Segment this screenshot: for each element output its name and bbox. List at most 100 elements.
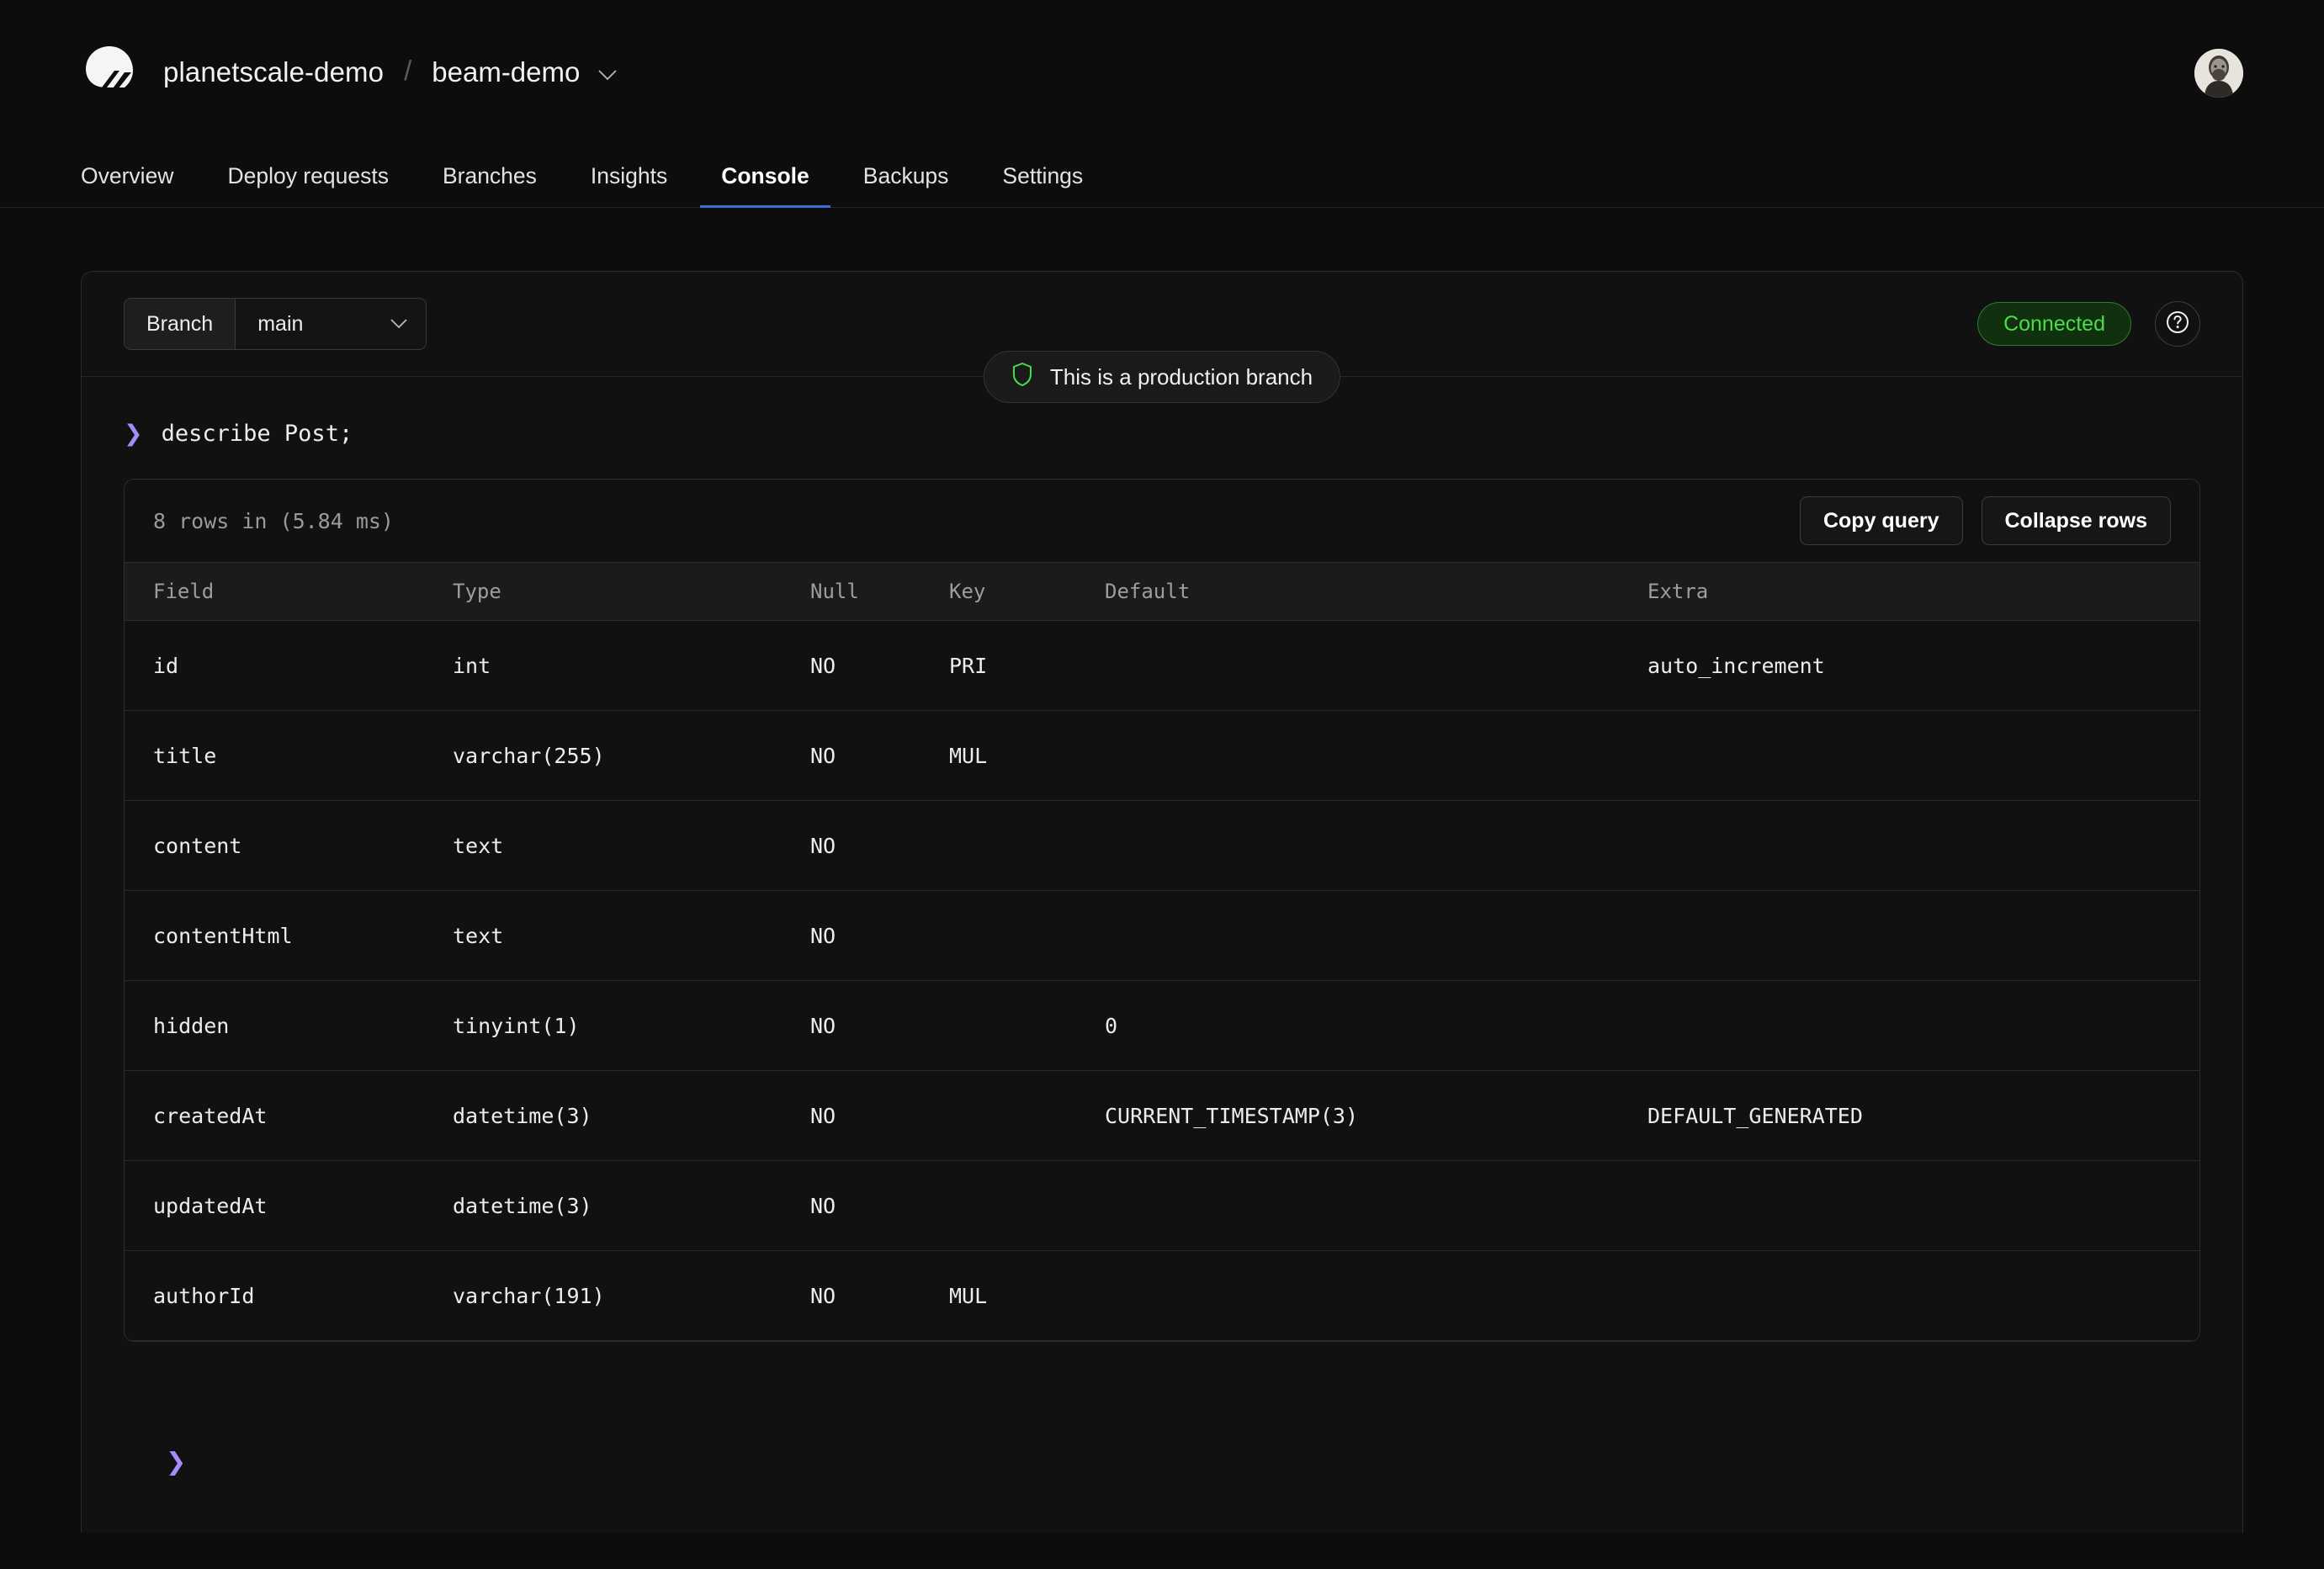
cell-extra [1647, 890, 2199, 981]
query-area: ❯ describe Post; 8 rows in (5.84 ms) Cop… [82, 377, 2242, 1474]
cell-type: text [453, 800, 810, 891]
status-badge-label: Connected [2003, 311, 2105, 336]
cell-null: NO [810, 1070, 949, 1161]
cell-extra [1647, 1160, 2199, 1251]
status-badge: Connected [1977, 302, 2131, 346]
tab-branches[interactable]: Branches [443, 163, 537, 208]
table-body: id int NO PRI auto_increment title varch… [125, 620, 2199, 1341]
column-header-field: Field [125, 562, 453, 621]
cell-extra [1647, 710, 2199, 801]
cell-extra [1647, 1250, 2199, 1341]
cell-null: NO [810, 710, 949, 801]
org-name[interactable]: planetscale-demo [163, 56, 384, 88]
cell-field: id [125, 620, 453, 711]
cell-field: createdAt [125, 1070, 453, 1161]
cell-null: NO [810, 1160, 949, 1251]
table-head: Field Type Null Key Default Extra [125, 562, 2199, 621]
help-button[interactable] [2155, 301, 2200, 347]
cell-null: NO [810, 890, 949, 981]
console-input-line[interactable]: ❯ [124, 1342, 2200, 1474]
executed-query-line: ❯ describe Post; [124, 421, 2200, 447]
tab-label: Console [721, 163, 809, 188]
shield-icon [1011, 362, 1033, 393]
table-row: contentHtml text NO [125, 890, 2199, 981]
tab-deploy-requests[interactable]: Deploy requests [227, 163, 389, 208]
cell-field: title [125, 710, 453, 801]
describe-results-table: Field Type Null Key Default Extra id int [125, 562, 2199, 1341]
branch-selector[interactable]: Branch main [124, 298, 427, 350]
column-header-key: Key [949, 562, 1105, 621]
tab-label: Backups [862, 163, 949, 188]
table-row: content text NO [125, 800, 2199, 891]
cell-default [1105, 1160, 1647, 1251]
tab-console[interactable]: Console [700, 163, 830, 208]
cell-extra: DEFAULT_GENERATED [1647, 1070, 2199, 1161]
table-row: authorId varchar(191) NO MUL [125, 1250, 2199, 1341]
table-row: hidden tinyint(1) NO 0 [125, 980, 2199, 1071]
cell-key: PRI [949, 620, 1105, 711]
tab-insights[interactable]: Insights [591, 163, 667, 208]
cell-type: int [453, 620, 810, 711]
cell-null: NO [810, 800, 949, 891]
cell-type: varchar(255) [453, 710, 810, 801]
chevron-down-icon [390, 319, 407, 329]
table-header-row: Field Type Null Key Default Extra [125, 562, 2199, 621]
cell-field: contentHtml [125, 890, 453, 981]
cell-type: varchar(191) [453, 1250, 810, 1341]
cell-default: CURRENT_TIMESTAMP(3) [1105, 1070, 1647, 1161]
cell-extra [1647, 800, 2199, 891]
cell-key [949, 980, 1105, 1071]
branch-selector-label: Branch [125, 299, 236, 349]
tab-settings[interactable]: Settings [1002, 163, 1083, 208]
cell-extra [1647, 980, 2199, 1071]
copy-query-button[interactable]: Copy query [1799, 496, 1963, 545]
tab-backups[interactable]: Backups [863, 163, 949, 208]
cell-extra: auto_increment [1647, 620, 2199, 711]
cell-null: NO [810, 980, 949, 1071]
production-branch-notice: This is a production branch [983, 351, 1341, 403]
console-panel: Branch main Connected This is a producti… [81, 271, 2243, 1533]
cell-key: MUL [949, 1250, 1105, 1341]
chevron-down-icon[interactable] [598, 69, 617, 81]
main-nav-tabs: Overview Deploy requests Branches Insigh… [0, 145, 2324, 208]
production-branch-notice-label: This is a production branch [1049, 363, 1313, 390]
cell-key [949, 800, 1105, 891]
prompt-chevron-icon: ❯ [166, 1447, 187, 1476]
cell-field: hidden [125, 980, 453, 1071]
cell-key [949, 1070, 1105, 1161]
cell-key [949, 890, 1105, 981]
cell-type: text [453, 890, 810, 981]
cell-default [1105, 710, 1647, 801]
console-toolbar-right: Connected [1977, 301, 2200, 347]
tab-overview[interactable]: Overview [81, 163, 173, 208]
planetscale-logo-icon[interactable] [81, 44, 138, 101]
top-bar: planetscale-demo / beam-demo [0, 0, 2324, 145]
cell-default [1105, 620, 1647, 711]
tab-label: Branches [442, 163, 537, 188]
tab-label: Settings [1002, 163, 1084, 188]
branch-selector-value[interactable]: main [236, 299, 427, 349]
database-name[interactable]: beam-demo [432, 56, 580, 88]
collapse-rows-button[interactable]: Collapse rows [1981, 496, 2171, 545]
column-header-type: Type [453, 562, 810, 621]
cell-type: tinyint(1) [453, 980, 810, 1071]
branch-selector-current: main [257, 311, 304, 336]
avatar[interactable] [2194, 49, 2243, 98]
cell-field: updatedAt [125, 1160, 453, 1251]
query-text: describe Post; [161, 421, 353, 447]
column-header-extra: Extra [1647, 562, 2199, 621]
cell-key [949, 1160, 1105, 1251]
cell-default [1105, 800, 1647, 891]
breadcrumb: planetscale-demo / beam-demo [81, 44, 617, 101]
page-body: Branch main Connected This is a producti… [0, 208, 2324, 1533]
tab-label: Overview [81, 163, 174, 188]
question-mark-circle-icon [2165, 310, 2190, 339]
cell-default [1105, 1250, 1647, 1341]
prompt-chevron-icon: ❯ [124, 421, 143, 447]
cell-field: content [125, 800, 453, 891]
cell-key: MUL [949, 710, 1105, 801]
query-results-header: 8 rows in (5.84 ms) Copy query Collapse … [125, 480, 2199, 562]
breadcrumb-separator: / [404, 55, 412, 86]
tab-label: Insights [590, 163, 668, 188]
cell-default: 0 [1105, 980, 1647, 1071]
